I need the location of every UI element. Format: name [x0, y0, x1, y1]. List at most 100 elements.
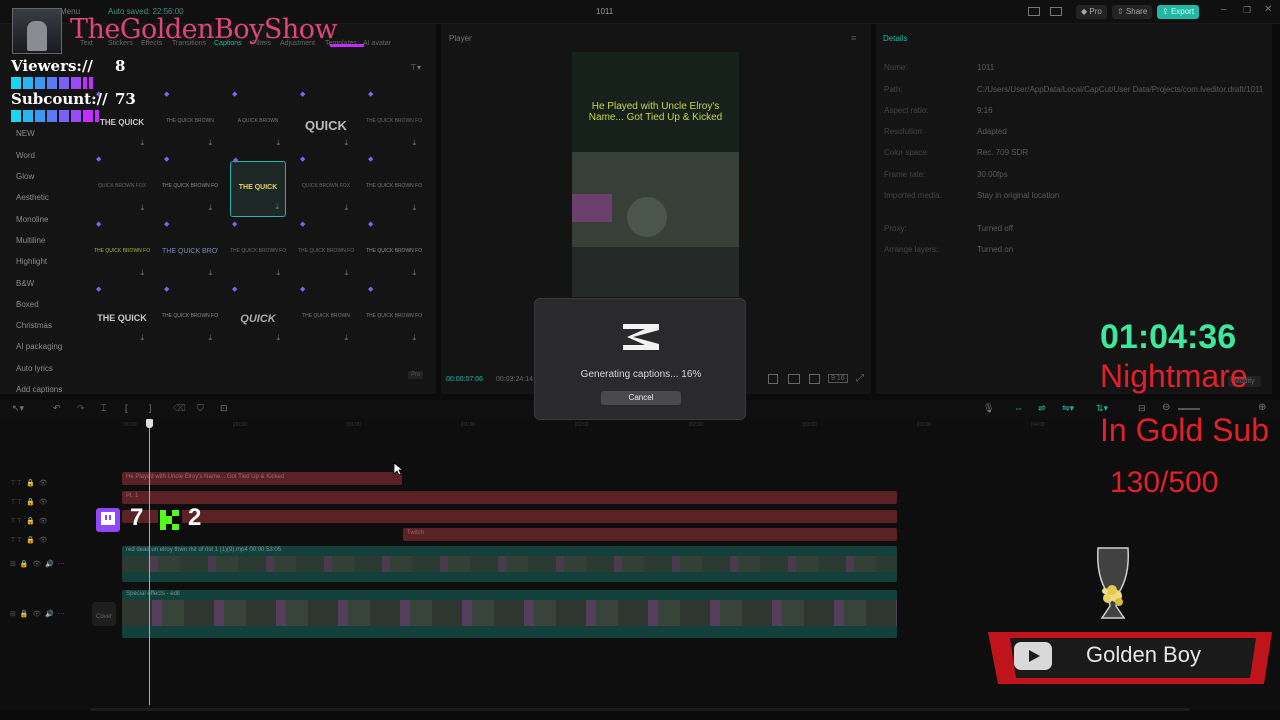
- caption-template-tile[interactable]: ◆ THE QUICK BROWN FOX ⤓: [366, 221, 422, 282]
- expand-icon[interactable]: ⤢: [856, 373, 864, 384]
- download-icon[interactable]: ⤓: [140, 333, 144, 343]
- maximize-icon[interactable]: ❐: [1243, 5, 1251, 16]
- category-add-captions[interactable]: Add captions: [16, 385, 62, 394]
- text-clip-twitch[interactable]: Twitch: [403, 528, 897, 541]
- video-clip-overlay[interactable]: red dead un elroy thwn rlst of rlst 1 (1…: [122, 546, 897, 582]
- close-icon[interactable]: ✕: [1264, 4, 1272, 15]
- shortcut-icon[interactable]: [1050, 7, 1062, 16]
- track-header-text-2[interactable]: ⊤⊤ 🔒 👁: [10, 493, 48, 512]
- split-left-icon[interactable]: [: [125, 403, 128, 413]
- download-icon[interactable]: ⤓: [344, 203, 348, 213]
- player-menu-icon[interactable]: ≡: [851, 33, 856, 43]
- linkage-icon[interactable]: ⇋▾: [1062, 403, 1074, 414]
- download-icon[interactable]: ⤓: [208, 203, 212, 213]
- download-icon[interactable]: ⤓: [208, 268, 212, 278]
- playhead-handle[interactable]: [146, 419, 153, 428]
- category-word[interactable]: Word: [16, 151, 35, 160]
- tab-ai-avatar[interactable]: AI avatar: [363, 40, 391, 47]
- download-icon[interactable]: ⤓: [276, 333, 280, 343]
- caption-template-tile[interactable]: ◆ QUICK ⤓: [230, 286, 286, 347]
- track-header-video-main[interactable]: ⊞ 🔒 👁 🔊 ⋯: [10, 610, 65, 618]
- track-header-text-4[interactable]: ⊤⊤ 🔒 👁: [10, 531, 48, 550]
- download-icon[interactable]: ⤓: [412, 138, 416, 148]
- video-clip-main[interactable]: Special effects - edit: [122, 590, 897, 638]
- caption-template-tile[interactable]: ◆ QUICK BROWN FOX ⤓: [94, 156, 150, 217]
- download-icon[interactable]: ⤓: [208, 333, 212, 343]
- split-icon[interactable]: ⌶: [101, 403, 106, 414]
- caption-template-tile[interactable]: ◆ THE QUICK ⤓: [94, 286, 150, 347]
- quality-icon[interactable]: [788, 374, 800, 384]
- redo-icon[interactable]: ↷: [77, 403, 85, 414]
- category-boxed[interactable]: Boxed: [16, 300, 39, 309]
- undo-icon[interactable]: ↶: [53, 403, 61, 414]
- download-icon[interactable]: ⤓: [344, 333, 348, 343]
- filter-icon[interactable]: ⊤▾: [410, 63, 421, 72]
- track-header-text-1[interactable]: ⊤⊤ 🔒 👁: [10, 474, 48, 493]
- download-icon[interactable]: ⤓: [412, 203, 416, 213]
- minimize-icon[interactable]: –: [1221, 4, 1227, 15]
- caption-template-tile[interactable]: ◆ THE QUICK BROWN FOX ⤓: [162, 156, 218, 217]
- timeline-ruler[interactable]: 00:00 |00:30 |01:00 |01:30 |02:00 |02:30…: [0, 422, 1280, 432]
- category-new[interactable]: NEW: [16, 129, 35, 138]
- category-highlight[interactable]: Highlight: [16, 257, 47, 266]
- microphone-icon[interactable]: 🎙: [983, 403, 994, 414]
- caption-template-tile[interactable]: ◆ THE QUICK BROWN ⤓: [298, 286, 354, 347]
- caption-template-tile[interactable]: ◆ A QUICK BROWN ⤓: [230, 91, 286, 152]
- ratio-button[interactable]: 9:16: [828, 374, 848, 383]
- download-icon[interactable]: ⤓: [344, 138, 348, 148]
- download-icon[interactable]: ⤓: [275, 202, 279, 212]
- caption-template-tile[interactable]: ◆ THE QUICK ⤓: [230, 157, 286, 217]
- split-right-icon[interactable]: ]: [149, 403, 152, 413]
- playhead[interactable]: [149, 420, 150, 705]
- download-icon[interactable]: ⤓: [140, 138, 144, 148]
- category-ai-packaging[interactable]: AI packaging: [16, 342, 62, 351]
- download-icon[interactable]: ⤓: [140, 203, 144, 213]
- download-icon[interactable]: ⤓: [208, 138, 212, 148]
- caption-template-tile[interactable]: ◆ QUICK ⤓: [298, 91, 354, 152]
- caption-template-tile[interactable]: ◆ THE QUICK BROWN ⤓: [162, 91, 218, 152]
- select-tool-icon[interactable]: ↖▾: [12, 403, 24, 414]
- delete-icon[interactable]: ⌫: [173, 403, 186, 414]
- caption-template-tile[interactable]: ◆ THE QUICK BROWN FOX ⤓: [298, 221, 354, 282]
- caption-template-tile[interactable]: ◆ THE QUICK BROWN FOX JUMPS ⤓: [366, 91, 422, 152]
- download-icon[interactable]: ⤓: [412, 268, 416, 278]
- download-icon[interactable]: ⤓: [276, 268, 280, 278]
- timeline-scrollbar[interactable]: [90, 708, 1190, 711]
- share-button[interactable]: ⇧ Share: [1112, 5, 1153, 19]
- pro-button[interactable]: ◆ Pro: [1076, 5, 1107, 19]
- crop-icon[interactable]: [809, 374, 820, 384]
- export-button[interactable]: ⇪ Export: [1157, 5, 1200, 19]
- zoom-slider[interactable]: [1178, 408, 1200, 410]
- text-clip-part[interactable]: Pt. 1: [122, 491, 897, 504]
- auto-snap-icon[interactable]: ⇌: [1038, 403, 1046, 414]
- download-icon[interactable]: ⤓: [412, 333, 416, 343]
- shield-icon[interactable]: ⛉: [197, 403, 204, 414]
- caption-template-tile[interactable]: ◆ THE QUICK BROWN FOX ⤓: [162, 221, 218, 282]
- text-clip-3[interactable]: [122, 510, 897, 523]
- track-header-video-1[interactable]: ⊞ 🔒 👁 🔊 ⋯: [10, 560, 65, 568]
- category-aesthetic[interactable]: Aesthetic: [16, 193, 49, 202]
- caption-template-tile[interactable]: ◆ THE QUICK BROWN FOX ⤓: [366, 286, 422, 347]
- caption-template-tile[interactable]: ◆ QUICK BROWN FOX ⤓: [298, 156, 354, 217]
- category-christmas[interactable]: Christmas: [16, 321, 52, 330]
- text-clip-title[interactable]: He Played with Uncle Elroy's Name... Got…: [122, 472, 402, 485]
- cancel-button[interactable]: Cancel: [601, 391, 681, 405]
- main-track-magnet-icon[interactable]: ⇔: [1014, 403, 1023, 413]
- layout-icon[interactable]: [1028, 7, 1040, 16]
- fullscreen-mode-icon[interactable]: [768, 374, 778, 384]
- category-glow[interactable]: Glow: [16, 172, 34, 181]
- caption-template-tile[interactable]: ◆ THE QUICK BROWN FOX ⤓: [162, 286, 218, 347]
- category-bw[interactable]: B&W: [16, 279, 34, 288]
- caption-template-tile[interactable]: ◆ THE QUICK BROWN FOX ⤓: [94, 221, 150, 282]
- cover-button[interactable]: Cover: [92, 602, 116, 626]
- track-header-text-3[interactable]: ⊤⊤ 🔒 👁: [10, 512, 48, 531]
- category-multiline[interactable]: Multiline: [16, 236, 45, 245]
- crop-tool-icon[interactable]: ⊡: [220, 403, 228, 414]
- download-icon[interactable]: ⤓: [344, 268, 348, 278]
- category-monoline[interactable]: Monoline: [16, 215, 48, 224]
- caption-template-tile[interactable]: ◆ THE QUICK BROWN FOX ⤓: [366, 156, 422, 217]
- download-icon[interactable]: ⤓: [140, 268, 144, 278]
- caption-template-tile[interactable]: ◆ THE QUICK BROWN FOX ⤓: [230, 221, 286, 282]
- category-auto-lyrics[interactable]: Auto lyrics: [16, 364, 53, 373]
- download-icon[interactable]: ⤓: [276, 138, 280, 148]
